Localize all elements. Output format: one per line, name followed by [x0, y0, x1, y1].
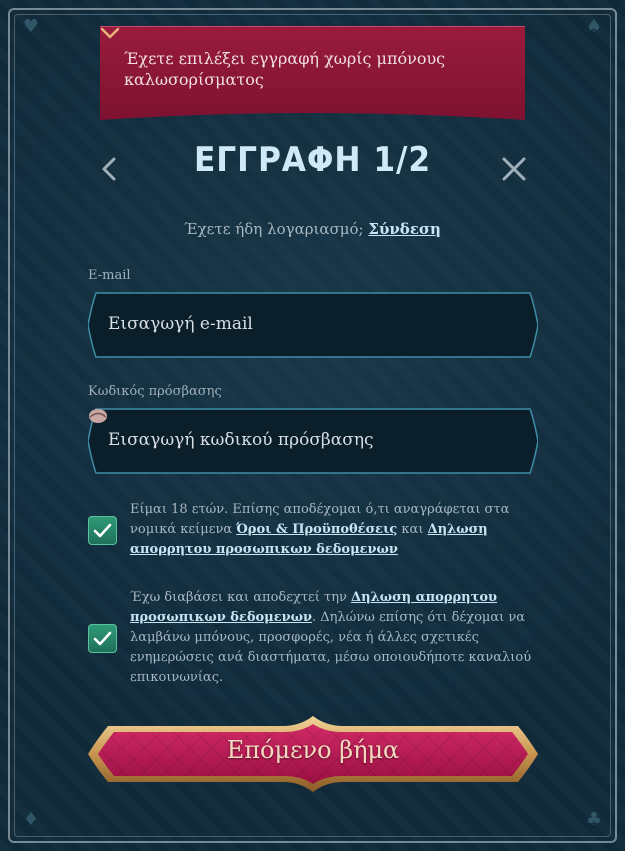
banner-text: Έχετε επιλέξει εγγραφή χωρίς μπόνους καλ…	[124, 49, 446, 89]
consent-marketing-row: Έχω διαβάσει και αποδεχτεί την Δηλωση απ…	[88, 586, 538, 696]
consent-marketing-text: Έχω διαβάσει και αποδεχτεί την Δηλωση απ…	[130, 588, 538, 688]
club-icon: ♣	[585, 809, 603, 830]
chevron-down-icon[interactable]	[100, 26, 120, 40]
consent-terms-text-middle: και	[397, 522, 428, 537]
consent-marketing-text-before: Έχω διαβάσει και αποδεχτεί την	[130, 590, 352, 605]
checkmark-icon	[93, 523, 112, 538]
next-step-label: Επόμενο βήμα	[226, 736, 400, 764]
login-prompt: Έχετε ήδη λογαριασμό; Σύνδεση	[0, 220, 625, 238]
email-input[interactable]: Εισαγωγή e-mail	[108, 314, 253, 334]
login-link[interactable]: Σύνδεση	[368, 220, 441, 238]
password-field[interactable]: Εισαγωγή κωδικού πρόσβασης	[88, 408, 538, 474]
checkmark-icon	[93, 631, 112, 646]
email-field[interactable]: Εισαγωγή e-mail	[88, 292, 538, 358]
password-label: Κωδικός πρόσβασης	[88, 384, 222, 399]
eye-icon[interactable]	[88, 408, 108, 424]
next-step-button[interactable]: Επόμενο βήμα	[88, 714, 538, 794]
consent-terms-row: Είμαι 18 ετών. Επίσης αποδέχομαι ό,τι αν…	[88, 498, 538, 562]
login-prompt-text: Έχετε ήδη λογαριασμό;	[184, 220, 364, 238]
consent-terms-text: Είμαι 18 ετών. Επίσης αποδέχομαι ό,τι αν…	[130, 500, 538, 560]
close-icon	[502, 157, 526, 181]
spade-icon: ♠	[585, 16, 603, 37]
terms-link[interactable]: Όροι & Προϋποθέσεις	[236, 522, 397, 537]
diamond-icon: ♦	[22, 809, 40, 830]
close-button[interactable]	[494, 150, 534, 190]
password-input[interactable]: Εισαγωγή κωδικού πρόσβασης	[108, 430, 374, 450]
bonus-banner[interactable]: Έχετε επιλέξει εγγραφή χωρίς μπόνους καλ…	[100, 26, 525, 120]
email-label: E-mail	[88, 268, 131, 283]
heart-icon: ♥	[22, 16, 40, 37]
consent-terms-checkbox[interactable]	[88, 516, 117, 545]
consent-marketing-checkbox[interactable]	[88, 624, 117, 653]
